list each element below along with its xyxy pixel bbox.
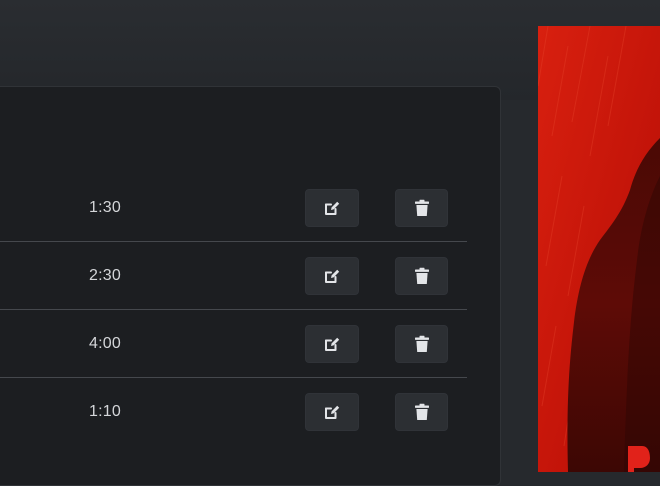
edit-icon (323, 267, 341, 285)
delete-song-button[interactable] (395, 257, 448, 295)
edit-song-button[interactable] (305, 189, 359, 227)
edit-icon (323, 199, 341, 217)
song-list-panel: 1:30 2:30 4:00 1:10 (0, 86, 501, 486)
edit-icon (323, 335, 341, 353)
delete-song-button[interactable] (395, 325, 448, 363)
song-duration: 1:10 (89, 403, 121, 420)
edit-icon (323, 403, 341, 421)
edit-song-button[interactable] (305, 257, 359, 295)
song-row: 4:00 (0, 310, 467, 378)
delete-song-button[interactable] (395, 189, 448, 227)
trash-icon (414, 403, 430, 421)
edit-song-button[interactable] (305, 393, 359, 431)
album-cover-image (538, 26, 660, 472)
song-duration: 4:00 (89, 335, 121, 352)
edit-song-button[interactable] (305, 325, 359, 363)
song-row: 1:10 (0, 378, 467, 446)
trash-icon (414, 335, 430, 353)
song-row: 2:30 (0, 242, 467, 310)
song-duration: 1:30 (89, 199, 121, 216)
song-row: 1:30 (0, 174, 467, 242)
delete-song-button[interactable] (395, 393, 448, 431)
trash-icon (414, 267, 430, 285)
song-duration: 2:30 (89, 267, 121, 284)
trash-icon (414, 199, 430, 217)
